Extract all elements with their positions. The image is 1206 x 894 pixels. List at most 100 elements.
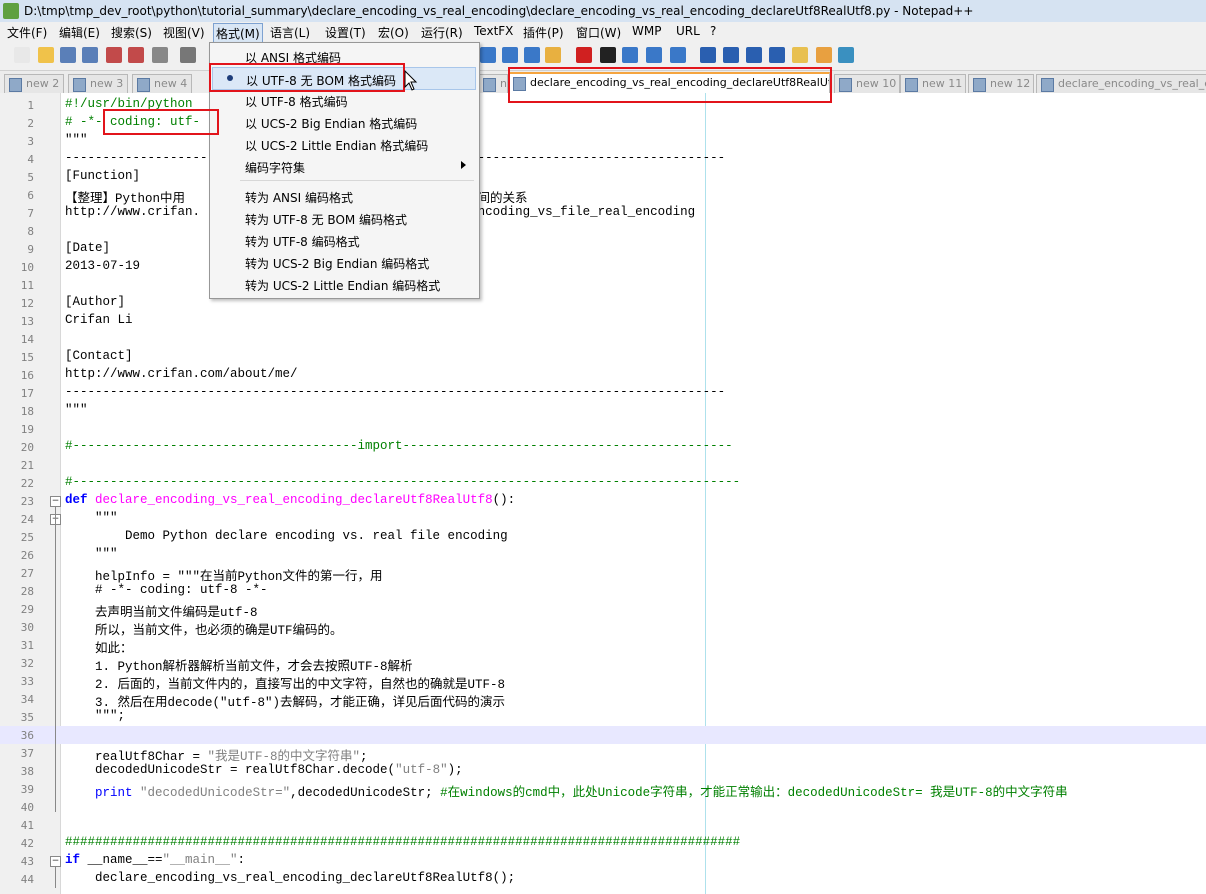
tab-7[interactable]: new 12 (968, 74, 1034, 93)
code-line: 37 realUtf8Char = "我是UTF-8的中文字符串"; (0, 744, 1206, 764)
code-line: 21 (0, 456, 1206, 474)
menu-item-9[interactable]: TextFX (474, 24, 513, 38)
menu-item-2[interactable]: 搜索(S) (111, 24, 152, 41)
folder-icon[interactable] (792, 47, 808, 63)
menu-item-3[interactable]: 视图(V) (163, 24, 205, 41)
line-number: 13 (20, 315, 34, 328)
menu-item-8[interactable]: 运行(R) (421, 24, 463, 41)
tab-5[interactable]: new 10 (834, 74, 900, 93)
code-line: 41 (0, 816, 1206, 834)
line-number: 7 (27, 207, 34, 220)
indent-guide-icon[interactable] (502, 47, 518, 63)
spellcheck-icon[interactable] (838, 47, 854, 63)
tab-8[interactable]: declare_encoding_vs_real_enc (1036, 74, 1206, 93)
file-icon (839, 78, 852, 92)
line-number: 37 (20, 747, 34, 760)
menu-item-12[interactable]: WMP (632, 24, 661, 38)
play-macro-icon[interactable] (622, 47, 638, 63)
code-text: Demo Python declare encoding vs. real fi… (65, 529, 508, 543)
stop-macro-icon[interactable] (600, 47, 616, 63)
format-menu-item-10[interactable]: 转为 UCS-2 Little Endian 编码格式 (212, 273, 476, 294)
code-line: 24 """ (0, 510, 1206, 528)
tab-3[interactable]: new 9 (478, 74, 508, 93)
tab-2[interactable]: new 4 (132, 74, 192, 93)
highlight-box-coding-line (103, 109, 219, 135)
line-number: 6 (27, 189, 34, 202)
format-menu-item-6[interactable]: 转为 ANSI 编码格式 (212, 185, 476, 206)
code-text: declare_encoding_vs_real_encoding_declar… (65, 871, 516, 885)
line-number: 36 (20, 729, 34, 742)
textfx-triangle-up-icon[interactable] (723, 47, 739, 63)
save-all-icon[interactable] (82, 47, 98, 63)
code-text: [Author] (65, 295, 126, 309)
save-macro-icon[interactable] (670, 47, 686, 63)
play-multiple-icon[interactable] (646, 47, 662, 63)
line-number: 19 (20, 423, 34, 436)
code-line: 14 (0, 330, 1206, 348)
line-number: 35 (20, 711, 34, 724)
new-file-icon[interactable] (14, 47, 30, 63)
line-number: 33 (20, 675, 34, 688)
word-wrap-icon[interactable] (524, 47, 540, 63)
menu-item-5[interactable]: 语言(L) (270, 24, 310, 41)
line-number: 4 (27, 153, 34, 166)
tab-6[interactable]: new 11 (900, 74, 966, 93)
cut-icon[interactable] (180, 47, 196, 63)
textfx-up-icon[interactable] (700, 47, 716, 63)
menu-item-13[interactable]: URL (676, 24, 700, 38)
menu-bar: 文件(F) 编辑(E) 搜索(S) 视图(V) 格式(M) 语言(L) 设置(T) 宏(O) 运… (0, 22, 1206, 44)
menu-item-14[interactable]: ? (710, 24, 716, 38)
line-number: 42 (20, 837, 34, 850)
code-editor[interactable]: 1 #!/usr/bin/python 2 # -*- coding: utf- 3 ""… (0, 93, 1206, 894)
code-line: 16 http://www.crifan.com/about/me/ (0, 366, 1206, 384)
open-file-icon[interactable] (38, 47, 54, 63)
tab-label: new 4 (154, 77, 188, 90)
line-number: 28 (20, 585, 34, 598)
code-line: 26 """ (0, 546, 1206, 564)
code-line: 30 所以，当前文件，也必须的确是UTF编码的。 (0, 618, 1206, 638)
record-macro-icon[interactable] (576, 47, 592, 63)
line-number: 22 (20, 477, 34, 490)
code-line: 33 2. 后面的，当前文件内的，直接写出的中文字符，自然也的确就是UTF-8 (0, 672, 1206, 692)
menu-item-0[interactable]: 文件(F) (7, 24, 47, 41)
save-icon[interactable] (60, 47, 76, 63)
menu-item-10[interactable]: 插件(P) (523, 24, 564, 41)
textfx-down-icon[interactable] (769, 47, 785, 63)
code-text: if __name__=="__main__": (65, 853, 246, 867)
line-number: 14 (20, 333, 34, 346)
format-menu-item-8[interactable]: 转为 UTF-8 编码格式 (212, 229, 476, 250)
menu-item-4[interactable]: 格式(M) (213, 23, 263, 44)
menu-item-6[interactable]: 设置(T) (325, 24, 366, 41)
close-all-icon[interactable] (128, 47, 144, 63)
print-icon[interactable] (152, 47, 168, 63)
menu-item-label: 以 UTF-8 格式编码 (245, 95, 348, 109)
format-menu-item-7[interactable]: 转为 UTF-8 无 BOM 编码格式 (212, 207, 476, 228)
format-menu-item-2[interactable]: 以 UTF-8 格式编码 (212, 89, 476, 110)
tab-0[interactable]: new 2 (4, 74, 64, 93)
format-menu-item-5[interactable]: 编码字符集 (212, 155, 476, 176)
show-all-chars-icon[interactable] (480, 47, 496, 63)
line-number: 43 (20, 855, 34, 868)
format-menu-item-9[interactable]: 转为 UCS-2 Big Endian 编码格式 (212, 251, 476, 272)
code-line: 31 如此： (0, 636, 1206, 656)
highlight-box-active-tab (508, 67, 832, 103)
plugin-icon[interactable] (816, 47, 832, 63)
close-icon[interactable] (106, 47, 122, 63)
doc-map-icon[interactable] (545, 47, 561, 63)
format-menu-item-3[interactable]: 以 UCS-2 Big Endian 格式编码 (212, 111, 476, 132)
code-line: 43 if __name__=="__main__": (0, 852, 1206, 870)
line-number: 10 (20, 261, 34, 274)
tab-label: new 10 (856, 77, 897, 90)
code-line: 15 [Contact] (0, 348, 1206, 366)
code-line: 42 ######################################… (0, 834, 1206, 852)
menu-item-1[interactable]: 编辑(E) (59, 24, 100, 41)
menu-item-11[interactable]: 窗口(W) (576, 24, 621, 41)
format-menu-item-4[interactable]: 以 UCS-2 Little Endian 格式编码 (212, 133, 476, 154)
code-line: 27 helpInfo = """在当前Python文件的第一行，用 (0, 564, 1206, 584)
menu-item-label: 以 UCS-2 Big Endian 格式编码 (245, 117, 418, 131)
line-number: 25 (20, 531, 34, 544)
line-number: 21 (20, 459, 34, 472)
textfx-triangle-down-icon[interactable] (746, 47, 762, 63)
menu-item-7[interactable]: 宏(O) (378, 24, 409, 41)
tab-1[interactable]: new 3 (68, 74, 128, 93)
